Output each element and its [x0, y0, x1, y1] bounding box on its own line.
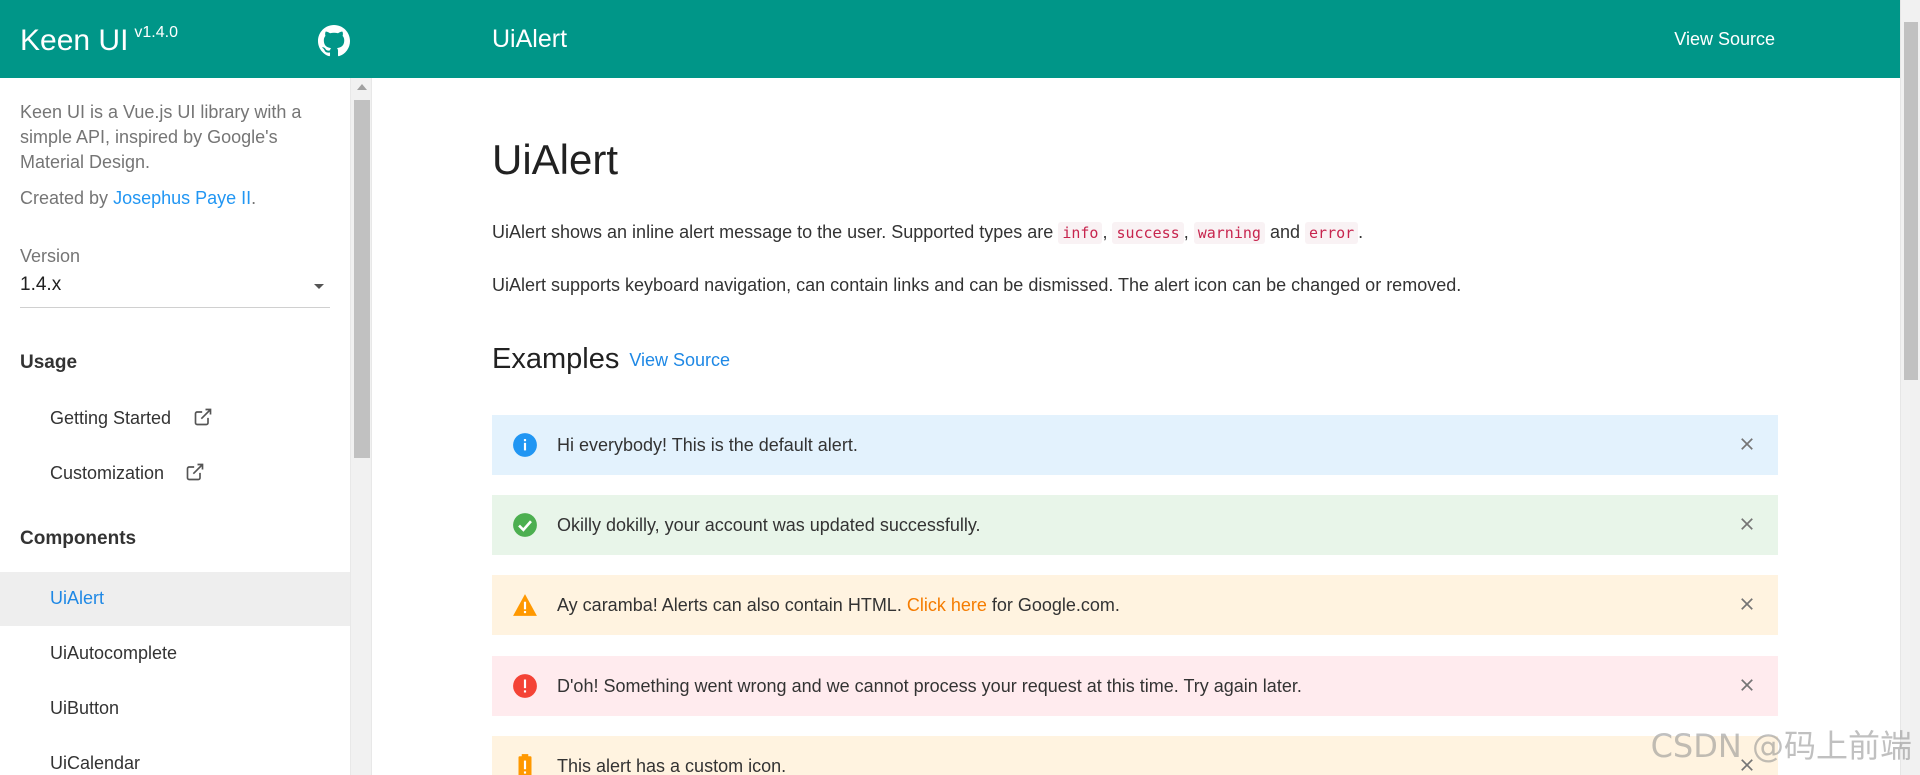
brand-name: Keen UI: [20, 24, 129, 57]
examples-view-source-link[interactable]: View Source: [629, 350, 730, 370]
separator: ,: [1102, 222, 1108, 242]
sidebar-item-label: UiButton: [50, 698, 120, 718]
page-heading: UiAlert: [492, 25, 568, 53]
main-content: UiAlert UiAlert shows an inline alert me…: [492, 78, 1778, 775]
sidebar-item-customization[interactable]: Customization: [0, 447, 350, 501]
alert-info: Hi everybody! This is the default alert.: [492, 415, 1778, 475]
components-section-title: Components: [20, 528, 137, 549]
scroll-up-icon[interactable]: [357, 84, 367, 90]
warning-icon: [513, 594, 537, 616]
credits-prefix: Created by: [20, 188, 114, 208]
brand-version: v1.4.0: [134, 24, 178, 41]
sidebar-scrollbar[interactable]: [350, 78, 372, 775]
sidebar-item-label: UiAlert: [50, 588, 105, 608]
alert-message: Hi everybody! This is the default alert.: [557, 435, 858, 455]
sidebar-item-label: UiAutocomplete: [50, 643, 178, 663]
close-icon[interactable]: [1738, 676, 1756, 694]
sidebar-item-uibutton[interactable]: UiButton: [0, 682, 350, 736]
alert-message-text: Ay caramba! Alerts can also contain HTML…: [557, 595, 907, 615]
alert-message-text: for Google.com.: [986, 595, 1120, 615]
close-icon[interactable]: [1738, 515, 1756, 533]
alert-link[interactable]: Click here: [907, 595, 987, 615]
close-icon[interactable]: [1738, 595, 1756, 613]
sidebar-credits: Created by Josephus Paye II.: [20, 188, 256, 209]
alert-warning: Ay caramba! Alerts can also contain HTML…: [492, 575, 1778, 635]
close-icon[interactable]: [1738, 435, 1756, 453]
type-code-success: success: [1112, 222, 1184, 244]
examples-heading: Examples View Source: [492, 343, 730, 376]
alert-custom-icon: This alert has a custom icon.: [492, 736, 1778, 775]
sidebar-scrollbar-thumb[interactable]: [354, 100, 370, 458]
github-icon[interactable]: [318, 25, 350, 57]
error-icon: [513, 674, 537, 698]
battery-alert-icon: [518, 754, 532, 775]
chevron-down-icon: [314, 284, 324, 289]
separator: .: [1358, 222, 1364, 242]
sidebar-item-getting-started[interactable]: Getting Started: [0, 392, 350, 446]
alert-message: This alert has a custom icon.: [557, 756, 787, 775]
external-link-icon: [186, 463, 204, 481]
features-paragraph: UiAlert supports keyboard navigation, ca…: [492, 275, 1462, 295]
sidebar-item-uicalendar[interactable]: UiCalendar: [0, 737, 350, 775]
credits-suffix: .: [251, 188, 257, 208]
sidebar-item-uiautocomplete[interactable]: UiAutocomplete: [0, 627, 350, 681]
intro-paragraph: UiAlert shows an inline alert message to…: [492, 222, 1364, 244]
brand-logo[interactable]: Keen UI v1.4.0: [20, 24, 178, 58]
author-link[interactable]: Josephus Paye II: [113, 188, 251, 208]
alert-message: Ay caramba! Alerts can also contain HTML…: [557, 595, 1120, 616]
window-scrollbar[interactable]: [1900, 0, 1920, 775]
usage-section-title: Usage: [20, 352, 78, 373]
sidebar: Keen UI is a Vue.js UI library with a si…: [0, 78, 350, 775]
sidebar-item-uialert[interactable]: UiAlert: [0, 572, 350, 626]
info-icon: [513, 433, 537, 457]
top-app-bar: Keen UI v1.4.0 UiAlert View Source: [0, 0, 1900, 78]
type-code-warning: warning: [1193, 222, 1265, 244]
version-value: 1.4.x: [20, 274, 62, 295]
alert-message: D'oh! Something went wrong and we cannot…: [557, 676, 1302, 696]
alert-success: Okilly dokilly, your account was updated…: [492, 495, 1778, 555]
view-source-link[interactable]: View Source: [1674, 29, 1775, 50]
sidebar-item-label: Getting Started: [50, 408, 172, 428]
sidebar-description: Keen UI is a Vue.js UI library with a si…: [20, 102, 302, 172]
version-select[interactable]: 1.4.x: [20, 274, 330, 308]
type-code-error: error: [1305, 222, 1359, 244]
check-circle-icon: [513, 513, 537, 537]
alert-error: D'oh! Something went wrong and we cannot…: [492, 656, 1778, 716]
alert-message: Okilly dokilly, your account was updated…: [557, 515, 981, 535]
intro-text: UiAlert shows an inline alert message to…: [492, 222, 1059, 242]
separator: ,: [1183, 222, 1189, 242]
and-text: and: [1269, 222, 1300, 242]
watermark: CSDN @码上前端: [1650, 727, 1912, 765]
version-label: Version: [20, 246, 81, 266]
window-scrollbar-thumb[interactable]: [1904, 22, 1918, 380]
page-title: UiAlert: [492, 136, 619, 183]
sidebar-item-label: UiCalendar: [50, 753, 141, 773]
external-link-icon: [194, 408, 212, 426]
type-code-info: info: [1058, 222, 1103, 244]
examples-title: Examples: [492, 343, 620, 375]
sidebar-item-label: Customization: [50, 463, 165, 483]
